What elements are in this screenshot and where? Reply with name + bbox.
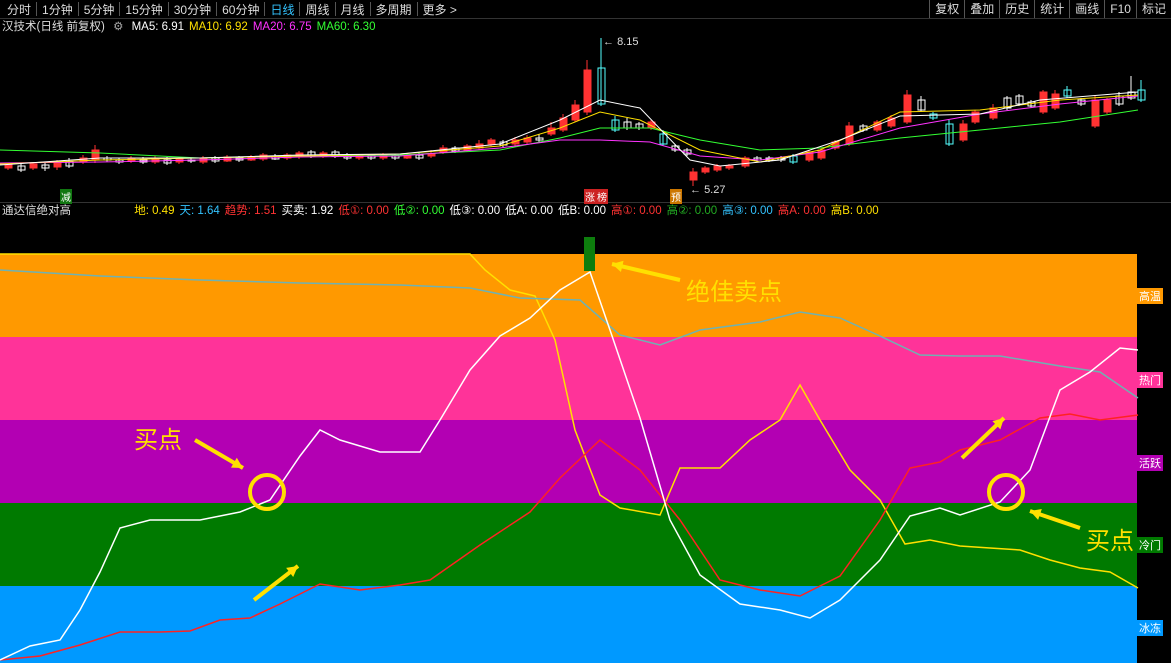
buy-point-left-label: 买点 [134, 427, 182, 454]
candle-body [427, 153, 436, 157]
zone-label: 活跃 [1137, 455, 1163, 471]
candle-body [1103, 99, 1112, 113]
candle-body [487, 139, 496, 145]
zone-band [0, 254, 1137, 337]
zone-bands [0, 254, 1137, 663]
candle-body [971, 111, 980, 123]
tag-bang: 榜 [596, 189, 608, 204]
candle-body [689, 171, 698, 181]
zone-label: 冷门 [1137, 537, 1163, 553]
zone-band [0, 503, 1137, 586]
sell-marker-bar [584, 237, 595, 271]
buy-point-right-label: 买点 [1086, 528, 1134, 555]
zone-label: 冰冻 [1137, 620, 1163, 636]
high-price-marker: ← 8.15 [603, 36, 639, 48]
candle-body [1091, 99, 1100, 127]
tag-yu: 预 [670, 189, 682, 204]
zone-band [0, 337, 1137, 420]
chart-canvas[interactable] [0, 0, 1171, 663]
candle-body [4, 164, 13, 169]
candle-body [53, 162, 62, 168]
candle-body [713, 165, 722, 171]
low-price-value: 5.27 [704, 184, 726, 196]
candle-body [701, 167, 710, 173]
zone-band [0, 586, 1137, 663]
tag-zhang: 涨 [584, 189, 596, 204]
zone-label: 高温 [1137, 288, 1163, 304]
high-price-value: 8.15 [617, 36, 639, 48]
tag-jian: 减 [60, 189, 72, 204]
low-price-marker: ← 5.27 [690, 184, 726, 196]
zone-label: 热门 [1137, 372, 1163, 388]
candle-body [29, 163, 38, 169]
candle-body [725, 165, 734, 169]
candle-body [903, 94, 912, 123]
sell-point-label: 绝佳卖点 [686, 279, 782, 306]
